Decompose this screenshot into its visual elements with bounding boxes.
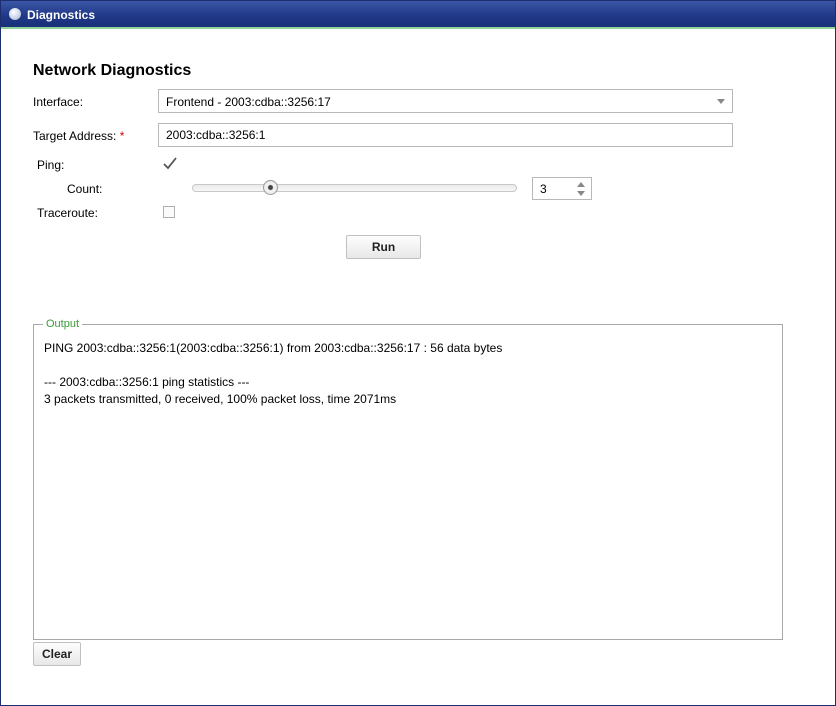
output-panel: PING 2003:cdba::3256:1(2003:cdba::3256:1…: [33, 324, 783, 640]
count-slider-track[interactable]: [192, 184, 517, 192]
target-address-label: Target Address: *: [33, 129, 124, 143]
ping-checkbox-checked-icon[interactable]: [161, 156, 179, 172]
output-line: --- 2003:cdba::3256:1 ping statistics --…: [44, 375, 250, 389]
target-address-label-text: Target Address:: [33, 129, 117, 143]
output-legend: Output: [43, 318, 83, 330]
interface-label: Interface:: [33, 95, 84, 109]
ping-label: Ping:: [37, 158, 65, 172]
required-marker: *: [119, 129, 125, 143]
interface-selected-value: Frontend - 2003:cdba::3256:17: [166, 95, 331, 109]
stepper-down-icon[interactable]: [577, 191, 585, 196]
clear-button[interactable]: Clear: [33, 642, 81, 666]
stepper-up-icon[interactable]: [577, 182, 585, 187]
target-address-input[interactable]: [158, 123, 733, 147]
count-label: Count:: [67, 182, 103, 196]
traceroute-checkbox[interactable]: [163, 206, 175, 218]
traceroute-label: Traceroute:: [37, 206, 98, 220]
chevron-down-icon[interactable]: [717, 99, 725, 104]
count-slider-thumb[interactable]: [263, 180, 278, 195]
title-bar: Diagnostics: [1, 1, 835, 29]
diagnostics-window: Diagnostics Network Diagnostics Interfac…: [0, 0, 836, 706]
output-line: 3 packets transmitted, 0 received, 100% …: [44, 392, 397, 406]
count-stepper[interactable]: 3: [532, 177, 592, 200]
page-title: Network Diagnostics: [33, 62, 192, 79]
window-title: Diagnostics: [27, 8, 96, 22]
run-button[interactable]: Run: [346, 235, 421, 259]
output-line: PING 2003:cdba::3256:1(2003:cdba::3256:1…: [44, 341, 503, 355]
count-stepper-value: 3: [540, 182, 547, 196]
interface-select[interactable]: Frontend - 2003:cdba::3256:17: [158, 89, 733, 113]
app-globe-icon: [9, 8, 21, 20]
output-log: PING 2003:cdba::3256:1(2003:cdba::3256:1…: [44, 340, 764, 408]
